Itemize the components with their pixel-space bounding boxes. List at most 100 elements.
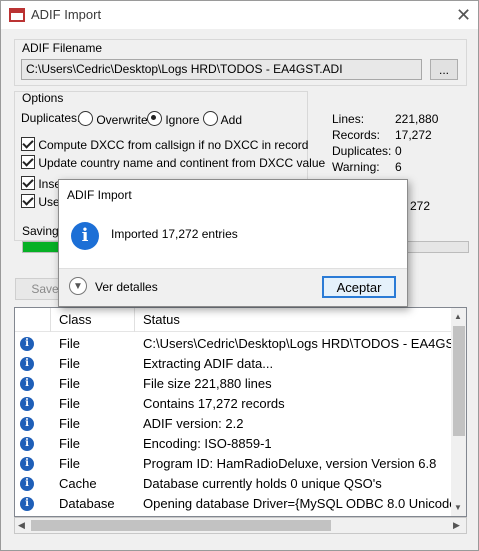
row-class: File <box>59 396 80 411</box>
table-row[interactable]: i File Encoding: ISO-8859-1 <box>15 434 451 454</box>
window-title: ADIF Import <box>31 7 102 22</box>
row-class: File <box>59 336 80 351</box>
grid-header: Class Status <box>15 308 451 332</box>
checkbox-compute-dxcc-label: Compute DXCC from callsign if no DXCC in… <box>38 138 309 152</box>
radio-ignore[interactable]: Ignore <box>147 111 199 127</box>
options-label: Options <box>22 91 64 105</box>
checkbox-compute-dxcc-box <box>21 137 35 151</box>
stat-warning-value: 6 <box>395 160 402 174</box>
scroll-right-icon[interactable]: ▶ <box>453 520 460 531</box>
checkbox-use[interactable]: Use <box>21 194 60 209</box>
vertical-scrollbar[interactable]: ▲ ▼ <box>451 308 466 516</box>
radio-overwrite-label: Overwrite <box>96 113 148 127</box>
checkbox-use-box <box>21 194 35 208</box>
row-status: Opening database Driver={MySQL ODBC 8.0 … <box>143 496 457 511</box>
table-row[interactable]: i Cache Database currently holds 0 unique … <box>15 474 451 494</box>
filename-field[interactable]: C:\Users\Cedric\Desktop\Logs HRD\TODOS -… <box>21 59 422 80</box>
save-button-label: Save <box>31 282 59 296</box>
table-row[interactable]: i File Program ID: HamRadioDeluxe, version… <box>15 454 451 474</box>
stat-records-value: 17,272 <box>395 128 432 142</box>
progress-label: Saving <box>22 224 59 238</box>
checkbox-insert[interactable]: Inse <box>21 176 61 191</box>
chevron-down-icon[interactable]: ▼ <box>69 277 87 295</box>
show-details-link[interactable]: Ver detalles <box>95 280 158 294</box>
duplicates-label: Duplicates: <box>21 111 81 125</box>
ok-button-label: Aceptar <box>336 279 382 295</box>
scroll-thumb[interactable] <box>453 326 465 436</box>
scroll-left-icon[interactable]: ◀ <box>18 520 25 531</box>
row-class: File <box>59 416 80 431</box>
radio-ignore-label: Ignore <box>165 113 200 127</box>
column-header-class[interactable]: Class <box>51 308 135 332</box>
import-dialog: ADIF Import i Imported 17,272 entries ▼ … <box>58 179 408 307</box>
adif-import-window: ADIF Import ✕ ADIF Filename C:\Users\Ced… <box>0 0 479 551</box>
row-class: File <box>59 356 80 371</box>
scroll-up-icon[interactable]: ▲ <box>454 312 462 321</box>
radio-overwrite-dot <box>78 111 93 126</box>
stat-lines-label: Lines: <box>332 112 365 126</box>
table-row[interactable]: i File Contains 17,272 records <box>15 394 451 414</box>
row-class: File <box>59 456 80 471</box>
info-icon: i <box>20 357 34 371</box>
checkbox-update-country[interactable]: Update country name and continent from D… <box>21 155 325 170</box>
checkbox-compute-dxcc[interactable]: Compute DXCC from callsign if no DXCC in… <box>21 137 308 152</box>
hscroll-thumb[interactable] <box>31 520 331 531</box>
scroll-down-icon[interactable]: ▼ <box>454 503 462 512</box>
close-button[interactable]: ✕ <box>449 1 478 29</box>
horizontal-scrollbar[interactable]: ◀ ▶ <box>14 517 467 534</box>
close-icon: ✕ <box>455 4 472 25</box>
app-icon <box>9 8 25 22</box>
radio-add[interactable]: Add <box>203 111 242 127</box>
info-icon: i <box>20 457 34 471</box>
table-row[interactable]: i File ADIF version: 2.2 <box>15 414 451 434</box>
dialog-message: Imported 17,272 entries <box>111 227 238 241</box>
title-bar: ADIF Import ✕ <box>1 1 478 29</box>
info-icon: i <box>20 417 34 431</box>
row-class: File <box>59 376 80 391</box>
radio-ignore-dot <box>147 111 162 126</box>
filename-label: ADIF Filename <box>22 41 103 55</box>
checkbox-insert-box <box>21 176 35 190</box>
info-icon: i <box>71 222 99 250</box>
row-status: Contains 17,272 records <box>143 396 285 411</box>
row-status: Encoding: ISO-8859-1 <box>143 436 272 451</box>
dialog-title: ADIF Import <box>67 188 132 202</box>
stat-warning-label: Warning: <box>332 160 380 174</box>
radio-overwrite[interactable]: Overwrite <box>78 111 148 127</box>
table-row[interactable]: i Database Opening database Driver={MySQL … <box>15 494 457 514</box>
row-status: Database currently holds 0 unique QSO's <box>143 476 382 491</box>
stat-duplicates-value: 0 <box>395 144 402 158</box>
table-row[interactable]: i File Extracting ADIF data... <box>15 354 451 374</box>
info-icon: i <box>20 497 34 511</box>
stat-duplicates-label: Duplicates: <box>332 144 392 158</box>
row-status: ADIF version: 2.2 <box>143 416 244 431</box>
ok-button[interactable]: Aceptar <box>322 276 396 298</box>
row-status: C:\Users\Cedric\Desktop\Logs HRD\TODOS -… <box>143 336 467 351</box>
row-class: Cache <box>59 476 97 491</box>
column-header-status[interactable]: Status <box>135 308 451 332</box>
status-grid[interactable]: Class Status i File C:\Users\Cedric\Deskto… <box>14 307 467 517</box>
row-status: Extracting ADIF data... <box>143 356 274 371</box>
dialog-footer: ▼ Ver detalles Aceptar <box>59 268 407 306</box>
stat-lines-value: 221,880 <box>395 112 439 126</box>
row-class: File <box>59 436 80 451</box>
row-status: File size 221,880 lines <box>143 376 272 391</box>
info-icon: i <box>20 377 34 391</box>
checkbox-update-country-box <box>21 155 35 169</box>
info-icon: i <box>20 477 34 491</box>
browse-button[interactable]: ... <box>430 59 458 80</box>
icon-column-header[interactable] <box>15 308 51 332</box>
table-row[interactable]: i File File size 221,880 lines <box>15 374 451 394</box>
progress-fill <box>23 242 59 252</box>
checkbox-update-country-label: Update country name and continent from D… <box>38 156 326 170</box>
radio-add-label: Add <box>220 113 243 127</box>
stat-partial-value: 272 <box>410 199 431 213</box>
row-status: Program ID: HamRadioDeluxe, version Vers… <box>143 456 437 471</box>
info-icon: i <box>20 437 34 451</box>
table-row[interactable]: i File C:\Users\Cedric\Desktop\Logs HRD\TO… <box>15 334 466 354</box>
radio-add-dot <box>203 111 218 126</box>
checkbox-use-label: Use <box>38 195 60 209</box>
info-icon: i <box>20 337 34 351</box>
row-class: Database <box>59 496 115 511</box>
info-icon: i <box>20 397 34 411</box>
